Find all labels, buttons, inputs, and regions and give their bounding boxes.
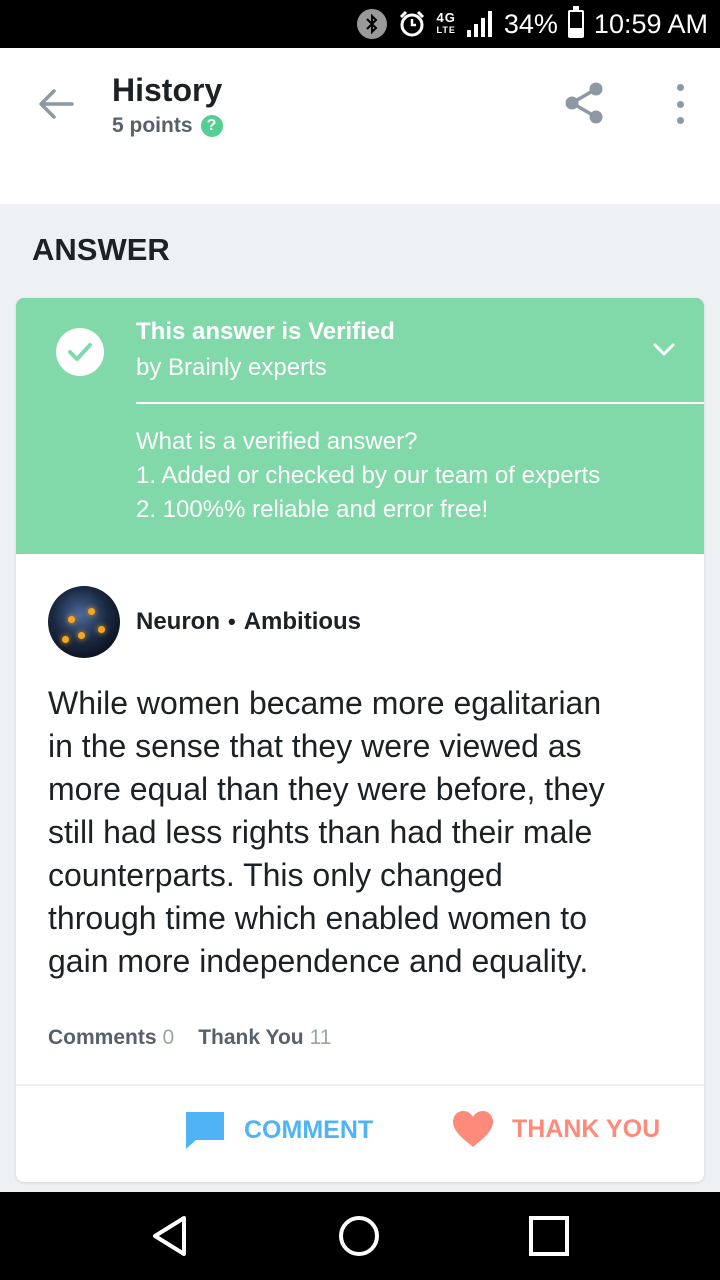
author-row[interactable]: Neuron • Ambitious — [48, 586, 361, 658]
dot-icon — [676, 117, 684, 124]
verified-banner[interactable]: This answer is Verified by Brainly exper… — [16, 298, 704, 554]
verified-info-point: 2. 100%% reliable and error free! — [136, 496, 489, 523]
answer-line: still had less rights than had their mal… — [48, 814, 593, 850]
author-name[interactable]: Neuron — [136, 608, 220, 636]
bluetooth-icon — [356, 9, 387, 39]
verified-info-point: 1. Added or checked by our team of exper… — [136, 462, 601, 489]
square-recents-icon — [529, 1216, 569, 1256]
comment-button[interactable]: COMMENT — [184, 1110, 373, 1150]
subject-title: History — [112, 72, 223, 108]
battery-percent: 34% — [503, 8, 558, 39]
points-label: 5 points ? — [112, 114, 223, 138]
share-button[interactable] — [562, 80, 606, 126]
points-text: 5 points — [112, 114, 193, 137]
comment-button-label: COMMENT — [244, 1115, 374, 1144]
verified-subtitle: by Brainly experts — [136, 354, 327, 381]
comments-stat[interactable]: Comments 0 — [48, 1026, 174, 1050]
dot-icon — [676, 100, 684, 108]
thanks-count: 11 — [309, 1026, 332, 1049]
status-bar: 4G LTE 34% 10:59 AM — [0, 0, 720, 48]
answer-stats: Comments 0 Thank You 11 — [48, 1026, 331, 1050]
verified-divider — [136, 402, 704, 404]
nav-recents-button[interactable] — [525, 1212, 573, 1260]
signal-icon — [466, 10, 494, 38]
back-button[interactable] — [36, 84, 76, 124]
battery-icon — [567, 6, 584, 38]
check-circle-icon — [56, 328, 104, 376]
chevron-down-icon[interactable] — [652, 338, 676, 362]
thanks-stat: Thank You 11 — [198, 1026, 331, 1050]
comments-count: 0 — [162, 1026, 175, 1049]
alarm-icon — [397, 9, 427, 39]
comment-bubble-icon — [186, 1112, 224, 1149]
answer-line: more equal than they were before, they — [48, 771, 605, 807]
heart-icon — [453, 1111, 493, 1147]
avatar[interactable] — [48, 586, 120, 658]
answer-line: counterparts. This only changed — [48, 857, 503, 893]
share-icon — [565, 82, 603, 124]
verified-info-question: What is a verified answer? — [136, 428, 418, 455]
comments-label: Comments — [48, 1026, 157, 1049]
author-rank: Ambitious — [243, 608, 362, 635]
answer-heading: ANSWER — [32, 232, 170, 267]
nav-home-button[interactable] — [335, 1212, 383, 1260]
triangle-back-icon — [153, 1216, 186, 1256]
arrow-left-icon — [39, 89, 74, 119]
answer-line: gain more independence and equality. — [48, 943, 589, 979]
answer-line: through time which enabled women to — [48, 900, 587, 936]
author-separator: • — [228, 609, 236, 634]
thank-you-button-label: THANK YOU — [512, 1114, 661, 1143]
nav-back-button[interactable] — [146, 1212, 194, 1260]
answer-body: While women became more egalitarian in t… — [48, 682, 688, 983]
more-options-button[interactable] — [664, 84, 696, 124]
answer-line: in the sense that they were viewed as — [48, 728, 582, 764]
app-header: History 5 points ? — [0, 48, 720, 160]
thanks-label: Thank You — [198, 1026, 304, 1049]
question-strip — [0, 160, 720, 204]
thank-you-button[interactable]: THANK YOU — [452, 1110, 660, 1148]
answer-card: This answer is Verified by Brainly exper… — [16, 298, 704, 1182]
network-type: 4G LTE — [436, 10, 456, 35]
actions-divider — [16, 1084, 704, 1086]
verified-title: This answer is Verified — [136, 318, 395, 345]
help-icon[interactable]: ? — [200, 115, 223, 137]
answer-line: While women became more egalitarian — [48, 685, 602, 721]
circle-home-icon — [339, 1216, 379, 1256]
clock: 10:59 AM — [593, 8, 708, 39]
dot-icon — [676, 84, 684, 91]
system-nav-bar — [0, 1192, 720, 1280]
